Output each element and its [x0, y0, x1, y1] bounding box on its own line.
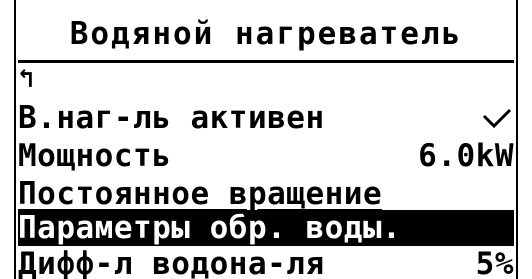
menu-item-value: 6.0kW [418, 138, 514, 174]
menu-item-label: Постоянное вращение [18, 176, 383, 212]
menu-item-heater-active[interactable]: В.наг-ль активен [18, 100, 514, 136]
menu-item-label: Параметры обр. воды. [18, 210, 402, 246]
menu-item-value: 5% [475, 246, 514, 279]
menu-item-power[interactable]: Мощность 6.0kW [18, 138, 514, 174]
back-icon: ↰ [18, 64, 35, 94]
screen-right-border [516, 0, 518, 279]
menu-item-label: Дифф-л водона-ля [18, 246, 325, 279]
menu-item-label: Мощность [18, 138, 172, 174]
screen-title: Водяной нагреватель [69, 16, 463, 52]
title-underline [18, 60, 514, 63]
menu-item-label: В.наг-ль активен [18, 100, 325, 136]
check-mark-icon [480, 106, 514, 130]
back-button[interactable]: ↰ [18, 64, 514, 94]
lcd-screen: Водяной нагреватель ↰ В.наг-ль активен М… [0, 0, 532, 279]
menu-item-return-water-params[interactable]: Параметры обр. воды. [18, 210, 514, 246]
screen-left-border [14, 0, 16, 279]
menu-item-heater-differential[interactable]: Дифф-л водона-ля 5% [18, 246, 514, 279]
menu-item-constant-rotation[interactable]: Постоянное вращение [18, 176, 514, 212]
